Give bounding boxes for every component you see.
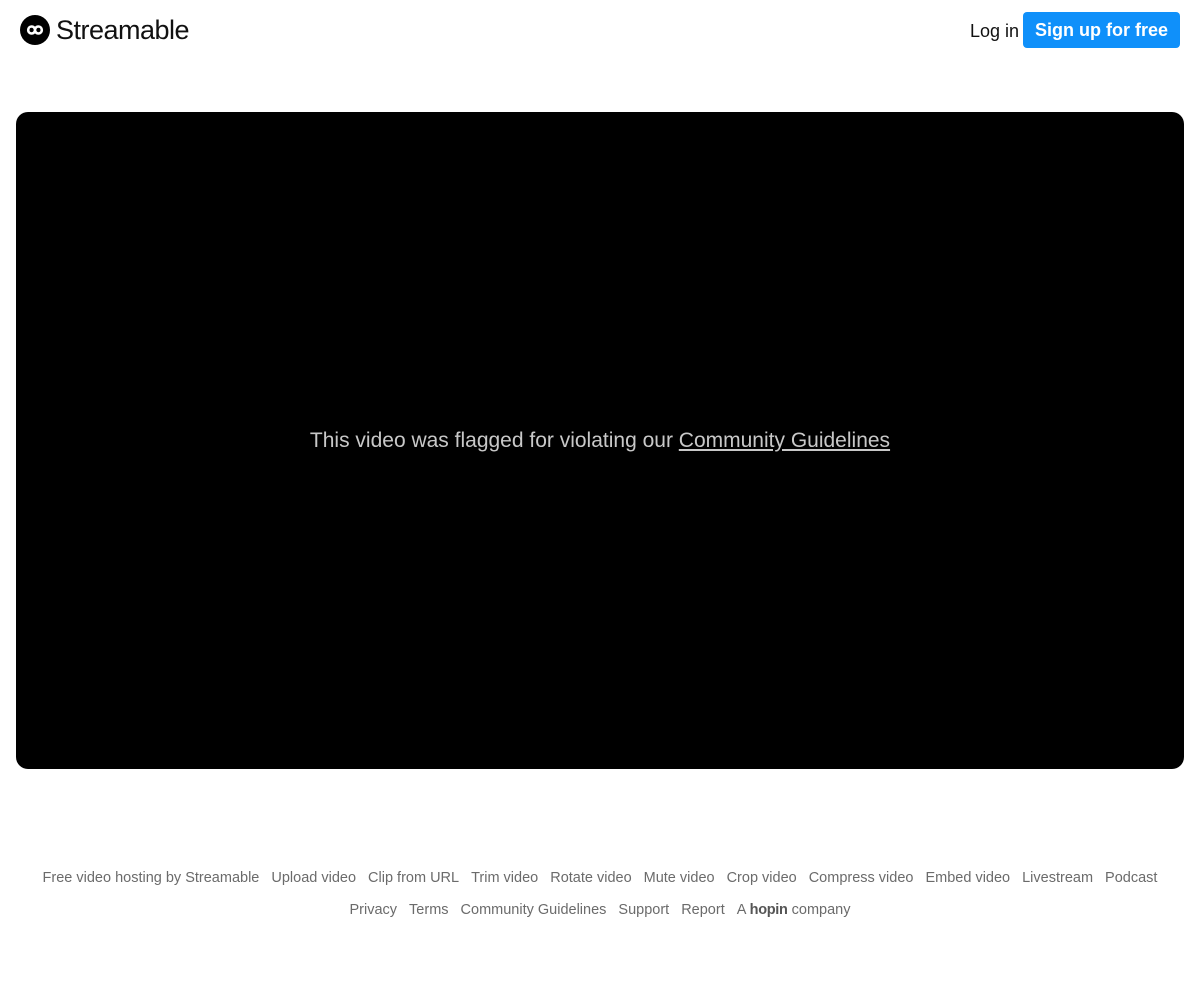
footer-link-podcast[interactable]: Podcast: [1105, 870, 1157, 886]
hopin-logo[interactable]: hopin: [750, 902, 788, 918]
footer-link-compress-video[interactable]: Compress video: [809, 870, 914, 886]
company-prefix: A: [736, 902, 746, 918]
infinity-logo-icon: [20, 15, 50, 45]
footer-link-crop-video[interactable]: Crop video: [727, 870, 797, 886]
streamable-logo[interactable]: Streamable: [20, 15, 190, 45]
footer-link-support[interactable]: Support: [618, 902, 669, 918]
footer-link-terms[interactable]: Terms: [409, 902, 448, 918]
footer-link-embed-video[interactable]: Embed video: [925, 870, 1010, 886]
company-suffix: company: [791, 902, 851, 918]
community-guidelines-link[interactable]: Community Guidelines: [679, 429, 890, 452]
footer-link-upload-video[interactable]: Upload video: [271, 870, 356, 886]
flagged-message-text: This video was flagged for violating our: [309, 428, 679, 452]
site-footer: Free video hosting by Streamable Upload v…: [0, 866, 1200, 930]
logo-text: Streamable: [56, 15, 190, 45]
site-header: Streamable Log in Sign up for free: [0, 0, 1200, 62]
footer-links-secondary: Privacy Terms Community Guidelines Support R…: [0, 898, 1200, 922]
footer-link-clip-from-url[interactable]: Clip from URL: [368, 870, 459, 886]
footer-link-mute-video[interactable]: Mute video: [644, 870, 715, 886]
signup-button[interactable]: Sign up for free: [1022, 12, 1180, 48]
footer-link-rotate-video[interactable]: Rotate video: [550, 870, 631, 886]
footer-link-community-guidelines[interactable]: Community Guidelines: [461, 902, 607, 918]
footer-link-livestream[interactable]: Livestream: [1022, 870, 1093, 886]
company-credit: A hopin company: [737, 902, 851, 918]
footer-links-primary: Free video hosting by Streamable Upload v…: [0, 866, 1200, 890]
video-player: This video was flagged for violating our…: [16, 112, 1184, 769]
footer-link-trim-video[interactable]: Trim video: [471, 870, 538, 886]
flagged-message: This video was flagged for violating our…: [310, 427, 890, 455]
footer-link-free-video-hosting-by-streamable[interactable]: Free video hosting by Streamable: [43, 870, 260, 886]
footer-link-report[interactable]: Report: [681, 902, 725, 918]
footer-link-privacy[interactable]: Privacy: [350, 902, 398, 918]
login-link[interactable]: Log in: [970, 19, 1019, 43]
